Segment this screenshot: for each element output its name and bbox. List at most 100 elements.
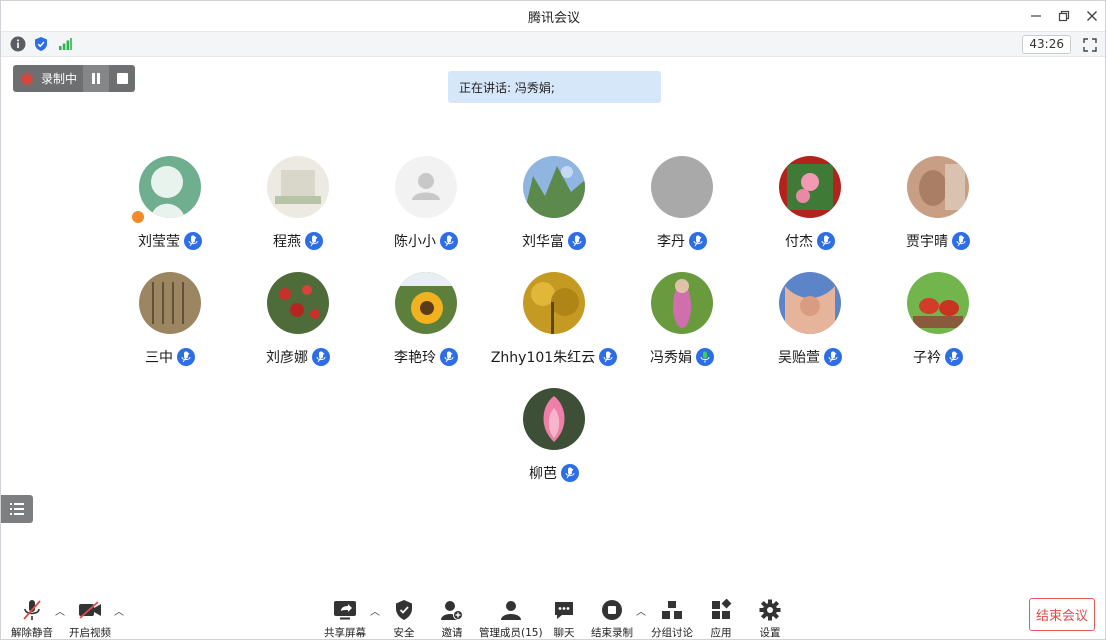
avatar	[651, 272, 713, 334]
participant-name: 刘彦娜	[266, 350, 308, 366]
avatar	[267, 272, 329, 334]
participant-tile[interactable]: 李艳玲	[362, 272, 490, 388]
breakout-button[interactable]: 分组讨论	[651, 599, 693, 639]
participant-row: 刘莹莹 程燕 陈小小 刘华富 李丹 付杰 贾宇晴	[106, 156, 1002, 272]
bottom-toolbar: 解除静音 ︿ 开启视频 ︿ 共享屏幕 ︿ 安全 邀请 管理成员(15) 聊天 结…	[1, 591, 1105, 639]
window-controls	[1025, 5, 1103, 27]
microphone-icon	[817, 232, 835, 250]
participant-grid: 刘莹莹 程燕 陈小小 刘华富 李丹 付杰 贾宇晴 三中 刘彦娜 李艳玲 Zhhy…	[106, 156, 1002, 504]
apps-button[interactable]: 应用	[709, 599, 733, 639]
start-video-button[interactable]: 开启视频	[69, 599, 111, 639]
microphone-icon	[568, 232, 586, 250]
microphone-icon	[440, 348, 458, 366]
share-screen-icon	[333, 599, 357, 621]
participant-tile[interactable]: 柳芭	[490, 388, 618, 504]
microphone-icon	[305, 232, 323, 250]
participant-name: 刘莹莹	[138, 234, 180, 250]
participant-tile[interactable]: 冯秀娟	[618, 272, 746, 388]
recording-dot-icon	[22, 73, 32, 84]
chat-button[interactable]: 聊天	[552, 599, 576, 639]
participant-row: 三中 刘彦娜 李艳玲 Zhhy101朱红云 冯秀娟 吴贻萱 子衿	[106, 272, 1002, 388]
participant-tile[interactable]: 贾宇晴	[874, 156, 1002, 272]
avatar	[779, 272, 841, 334]
avatar	[523, 272, 585, 334]
participant-tile[interactable]: 程燕	[234, 156, 362, 272]
participant-tile[interactable]: 三中	[106, 272, 234, 388]
participant-name: 陈小小	[394, 234, 436, 250]
avatar	[267, 156, 329, 218]
chevron-up-icon[interactable]: ︿	[55, 603, 65, 618]
info-icon[interactable]	[9, 35, 27, 53]
participant-tile[interactable]: 刘彦娜	[234, 272, 362, 388]
end-meeting-button[interactable]: 结束会议	[1029, 598, 1095, 631]
participant-name: 冯秀娟	[650, 350, 692, 366]
restore-icon[interactable]	[1053, 5, 1075, 27]
member-list-toggle-button[interactable]	[1, 495, 33, 523]
chat-icon	[552, 599, 576, 621]
participant-tile[interactable]: 子衿	[874, 272, 1002, 388]
avatar	[907, 272, 969, 334]
members-icon	[499, 599, 523, 621]
invite-button[interactable]: 邀请	[440, 599, 464, 639]
avatar	[779, 156, 841, 218]
fullscreen-icon[interactable]	[1080, 35, 1099, 54]
unmute-button[interactable]: 解除静音	[11, 599, 53, 639]
avatar	[139, 156, 201, 218]
meeting-window: 腾讯会议 43:26 录制中 正在讲话: 冯秀娟; 刘莹莹 程燕 陈小小 刘华富…	[0, 0, 1106, 640]
list-icon	[10, 503, 24, 515]
microphone-icon	[561, 464, 579, 482]
share-screen-button[interactable]: 共享屏幕	[324, 599, 366, 639]
participant-name: Zhhy101朱红云	[490, 350, 596, 366]
participant-name: 付杰	[785, 234, 813, 250]
window-title: 腾讯会议	[527, 10, 580, 26]
camera-off-icon	[78, 599, 102, 621]
participant-tile[interactable]: Zhhy101朱红云	[490, 272, 618, 388]
settings-button[interactable]: 设置	[758, 599, 782, 639]
microphone-icon	[440, 232, 458, 250]
stop-recording-button[interactable]	[109, 65, 135, 92]
microphone-icon	[945, 348, 963, 366]
breakout-icon	[660, 599, 684, 621]
shield-icon[interactable]	[32, 35, 50, 53]
participant-name: 子衿	[913, 350, 941, 366]
close-icon[interactable]	[1081, 5, 1103, 27]
recording-label: 录制中	[41, 72, 78, 86]
participant-row: 柳芭	[106, 388, 1002, 504]
participant-name: 柳芭	[529, 466, 557, 482]
microphone-icon	[689, 232, 707, 250]
microphone-muted-icon	[20, 599, 44, 621]
chevron-up-icon[interactable]: ︿	[636, 603, 646, 618]
minimize-icon[interactable]	[1025, 5, 1047, 27]
participant-name: 三中	[145, 350, 173, 366]
microphone-icon	[312, 348, 330, 366]
add-user-icon	[440, 599, 464, 621]
participant-tile[interactable]: 刘莹莹	[106, 156, 234, 272]
microphone-speaking-icon	[696, 348, 714, 366]
pause-recording-button[interactable]	[83, 65, 109, 92]
microphone-icon	[824, 348, 842, 366]
participant-tile[interactable]: 陈小小	[362, 156, 490, 272]
manage-members-button[interactable]: 管理成员(15)	[479, 599, 543, 639]
participant-tile[interactable]: 刘华富	[490, 156, 618, 272]
microphone-icon	[184, 232, 202, 250]
avatar	[395, 156, 457, 218]
apps-icon	[709, 599, 733, 621]
gear-icon	[758, 599, 782, 621]
avatar	[395, 272, 457, 334]
participant-tile[interactable]: 付杰	[746, 156, 874, 272]
chevron-up-icon[interactable]: ︿	[114, 603, 124, 618]
microphone-icon	[599, 348, 618, 366]
info-bar: 43:26	[1, 31, 1105, 57]
participant-tile[interactable]: 李丹	[618, 156, 746, 272]
participant-name: 程燕	[273, 234, 301, 250]
avatar	[523, 156, 585, 218]
chevron-up-icon[interactable]: ︿	[370, 603, 380, 618]
end-recording-button[interactable]: 结束录制	[591, 599, 633, 639]
signal-icon[interactable]	[56, 35, 74, 53]
stop-record-icon	[600, 599, 624, 621]
microphone-icon	[177, 348, 195, 366]
recording-indicator: 录制中	[13, 65, 135, 92]
participant-tile[interactable]: 吴贻萱	[746, 272, 874, 388]
security-button[interactable]: 安全	[392, 599, 416, 639]
microphone-icon	[952, 232, 970, 250]
